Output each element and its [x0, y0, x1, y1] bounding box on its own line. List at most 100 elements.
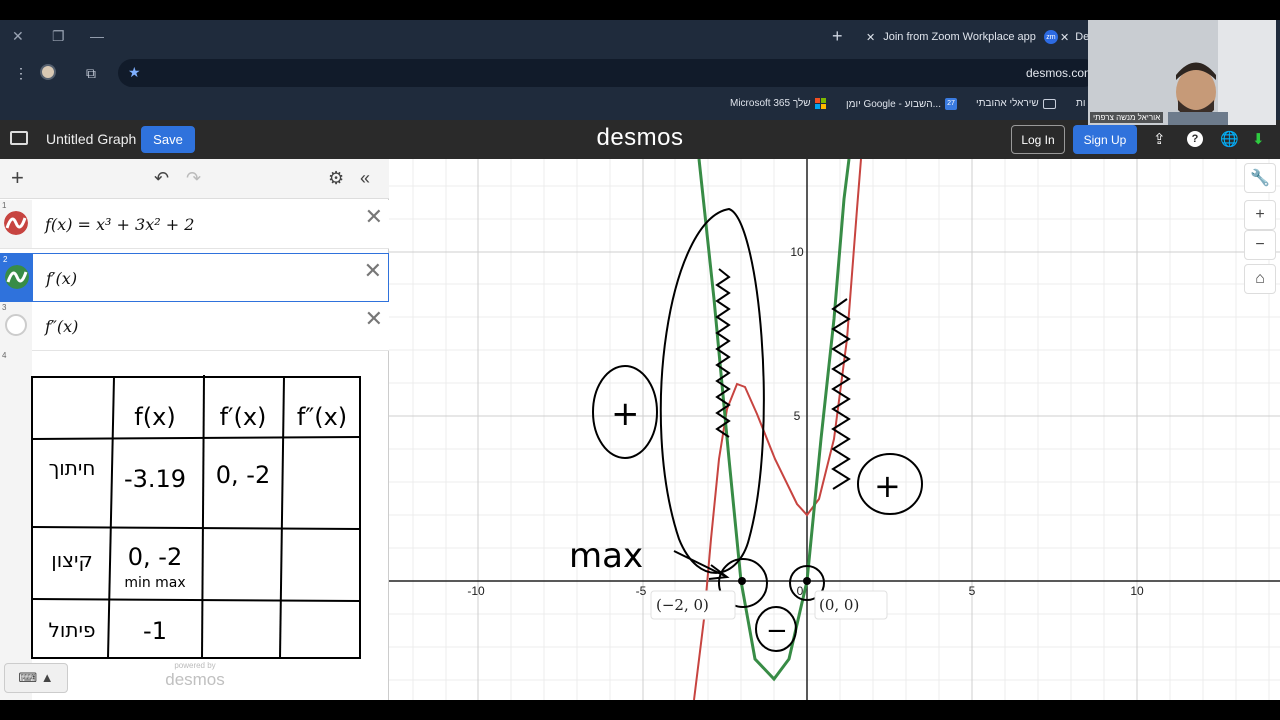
profile-avatar[interactable] — [40, 64, 56, 80]
open-graph-folder-icon[interactable] — [10, 131, 28, 145]
expression-panel: + ↶ ↷ ⚙ « 1 f(x) = x³ + 3x² + 2 ✕ 2 f′(x… — [0, 159, 389, 700]
microsoft-logo-icon — [814, 98, 826, 109]
bookmark-label: שיראלי אהובתי — [976, 98, 1039, 109]
settings-gear-icon[interactable]: ⚙ — [328, 168, 344, 189]
bookmark-label: ות — [1076, 98, 1086, 109]
redo-icon[interactable]: ↷ — [186, 168, 201, 189]
webcam-video: אוריאל מנשה צרפתי — [1088, 20, 1276, 125]
url-text: desmos.com — [1025, 66, 1094, 80]
collapse-panel-icon[interactable]: « — [360, 168, 370, 189]
handwritten-table: f(x) f′(x) f″(x) חיתוך -3.19 0, -2 קיצון… — [31, 375, 361, 659]
table-header-fdoubleprime: f″(x) — [297, 403, 347, 431]
point-label-right: (0, 0) — [819, 596, 859, 614]
expression-number: 2 — [3, 255, 8, 264]
curve-icon-red[interactable] — [4, 211, 28, 235]
expression-latex[interactable]: f′(x) — [46, 269, 77, 288]
expression-row-4-gutter[interactable]: 4 — [0, 350, 32, 700]
zoom-out-icon[interactable]: − — [1244, 230, 1276, 260]
bookmark-overflow[interactable]: ות — [1076, 98, 1086, 109]
save-button[interactable]: Save — [141, 126, 195, 153]
table-cell-note: min max — [124, 575, 185, 591]
ink-minus: − — [766, 616, 788, 646]
graph-canvas[interactable]: -10 -5 0 5 10 5 10 max + + − (−2, 0) (0,… — [389, 159, 1280, 700]
powered-by-label: powered by — [174, 661, 216, 670]
expression-gutter: 1 — [0, 200, 32, 248]
x-tick-label: -5 — [636, 584, 647, 598]
language-globe-icon[interactable]: 🌐 — [1220, 130, 1239, 148]
expression-latex[interactable]: f(x) = x³ + 3x² + 2 — [45, 215, 194, 234]
expression-number: 4 — [2, 351, 7, 360]
extensions-icon[interactable]: ⧉ — [86, 65, 96, 82]
zoom-in-icon[interactable]: + — [1244, 200, 1276, 230]
powered-by-logo: desmos — [165, 670, 225, 689]
desmos-logo: desmos — [596, 124, 684, 151]
delete-expression-icon[interactable]: ✕ — [364, 258, 382, 284]
table-cell: -3.19 — [124, 465, 186, 493]
point-origin[interactable] — [803, 577, 811, 585]
bookmark-label: יומן Google - השבוע... — [846, 98, 941, 110]
table-cell: 0, -2 — [216, 461, 270, 489]
login-button[interactable]: Log In — [1011, 125, 1065, 154]
y-tick-label: 5 — [794, 409, 801, 423]
zoom-badge-icon: zm — [1043, 30, 1058, 44]
close-window-icon[interactable]: ✕ — [12, 28, 24, 45]
participant-name: אוריאל מנשה צרפתי — [1090, 112, 1164, 123]
point-label-left: (−2, 0) — [656, 596, 709, 614]
ink-plus-right: + — [874, 467, 901, 505]
hidden-circle-icon[interactable] — [5, 314, 27, 336]
ink-zigzag-right — [831, 298, 851, 490]
bookmark-folder[interactable]: שיראלי אהובתי — [976, 98, 1056, 109]
bookmark-label: Microsoft 365 שלך — [730, 98, 811, 109]
delete-expression-icon[interactable]: ✕ — [365, 204, 383, 230]
tab-zoom[interactable]: ✕ Join from Zoom Workplace app zm — [858, 20, 1080, 54]
tab-close-icon[interactable]: ✕ — [866, 31, 875, 44]
restore-window-icon[interactable]: ❐ — [52, 28, 65, 45]
graph-paper[interactable]: -10 -5 0 5 10 5 10 max + + − (−2, 0) (0,… — [389, 159, 1280, 700]
expression-number: 3 — [2, 303, 7, 312]
curve-icon-green[interactable] — [5, 265, 29, 289]
expression-row-1[interactable]: 1 f(x) = x³ + 3x² + 2 ✕ — [0, 200, 389, 249]
table-header-fprime: f′(x) — [220, 403, 267, 431]
y-tick-label: 10 — [790, 245, 804, 259]
address-bar[interactable]: ★ desmos.com — [118, 59, 1098, 87]
ink-label-max: max — [569, 536, 643, 576]
x-tick-label: -10 — [467, 584, 485, 598]
menu-dots-icon[interactable]: ⋮ — [14, 65, 28, 82]
point-minus-two[interactable] — [738, 577, 746, 585]
new-tab-icon[interactable]: + — [832, 26, 843, 47]
table-row-label: קיצון — [51, 548, 92, 572]
expression-toolbar: + ↶ ↷ ⚙ « — [0, 159, 389, 199]
minimize-window-icon[interactable]: — — [90, 28, 104, 44]
bookmark-google-calendar[interactable]: יומן Google - השבוע... 27 — [846, 98, 957, 110]
bookmark-star-icon[interactable]: ★ — [128, 64, 141, 81]
delete-expression-icon[interactable]: ✕ — [365, 306, 383, 332]
bottom-letterbox — [0, 700, 1280, 720]
signup-button[interactable]: Sign Up — [1073, 125, 1137, 154]
undo-icon[interactable]: ↶ — [154, 168, 169, 189]
expression-gutter: 3 — [0, 302, 32, 350]
bookmark-microsoft[interactable]: Microsoft 365 שלך — [730, 98, 826, 109]
tab-title: Join from Zoom Workplace app — [883, 31, 1036, 43]
table-row-label: חיתוך — [49, 456, 96, 480]
expression-row-3[interactable]: 3 f″(x) ✕ — [0, 302, 389, 351]
screen: ✕ ❐ — + ✕ Join from Zoom Workplace app z… — [0, 0, 1280, 720]
graph-settings-wrench-icon[interactable]: 🔧 — [1244, 163, 1276, 193]
accessibility-icon[interactable]: ⬇ — [1252, 130, 1265, 148]
table-header-f: f(x) — [134, 403, 175, 431]
powered-by-desmos[interactable]: powered by desmos — [150, 661, 240, 690]
table-cell: -1 — [143, 617, 167, 645]
expression-latex[interactable]: f″(x) — [45, 317, 78, 336]
x-tick-label: 10 — [1130, 584, 1144, 598]
graph-title[interactable]: Untitled Graph — [46, 131, 136, 147]
tab-close-icon[interactable]: ✕ — [1060, 31, 1069, 44]
home-icon[interactable]: ⌂ — [1244, 264, 1276, 294]
ink-plus-left: + — [611, 394, 640, 434]
help-icon[interactable]: ? — [1187, 131, 1203, 147]
tab-desmos[interactable]: ✕ De — [1060, 20, 1090, 54]
share-icon[interactable]: ⇪ — [1153, 130, 1166, 148]
expression-row-2[interactable]: 2 f′(x) ✕ — [0, 253, 389, 302]
expression-gutter: 2 — [1, 254, 33, 301]
add-expression-icon[interactable]: + — [11, 165, 24, 191]
keyboard-toggle-button[interactable]: ⌨ ▲ — [4, 663, 68, 693]
table-row-label: פיתול — [49, 618, 96, 642]
